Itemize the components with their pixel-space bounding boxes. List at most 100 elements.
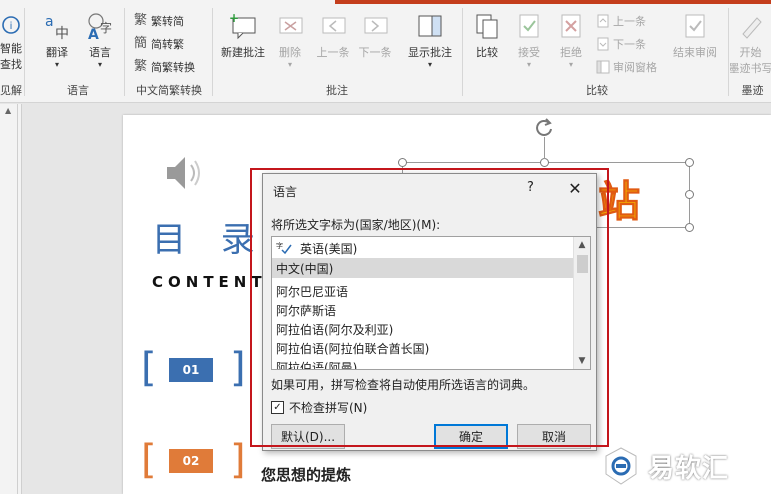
language-list-item[interactable]: 阿拉伯语(阿曼) [272, 357, 574, 370]
end-review-button[interactable]: 结束审阅 [668, 12, 722, 60]
scroll-down-icon[interactable]: ▼ [577, 356, 587, 366]
vertical-scrollbar[interactable]: ▲ [2, 104, 18, 494]
language-button[interactable]: A字 语言 ▾ [82, 12, 118, 69]
next-change-label: 下一条 [613, 38, 646, 51]
group-separator [462, 8, 463, 96]
no-spellcheck-checkbox[interactable]: ✓ [271, 401, 284, 414]
language-label: 语言 [89, 46, 111, 59]
speaker-icon[interactable] [163, 151, 209, 195]
resize-handle[interactable] [685, 158, 694, 167]
trad-to-simp-label: 繁转简 [151, 15, 184, 28]
new-comment-icon: + [229, 11, 257, 40]
language-list-item-selected[interactable]: 中文(中国) [272, 258, 574, 278]
svg-text:i: i [10, 21, 13, 32]
item1-right-bracket: ] [230, 345, 246, 391]
group-separator [24, 8, 25, 96]
delete-comment-label: 删除 [279, 46, 301, 59]
previous-comment-label: 上一条 [316, 46, 350, 59]
new-comment-label: 新建批注 [221, 46, 265, 59]
show-comments-icon [416, 12, 444, 40]
previous-change-button[interactable]: 上一条 [596, 11, 646, 31]
accept-label: 接受 [518, 46, 540, 59]
cancel-button[interactable]: 取消 [517, 424, 591, 449]
group-label-chinese: 中文简繁转换 [136, 84, 202, 97]
language-name: 中文(中国) [276, 261, 334, 276]
simp-trad-convert-icon: 繁 [134, 59, 148, 74]
language-list-item[interactable]: 阿尔萨斯语 [272, 300, 574, 320]
reviewing-pane-label: 审阅窗格 [613, 61, 657, 74]
spelling-check-icon: 字 [276, 241, 292, 255]
group-separator [728, 8, 729, 96]
svg-text:a: a [45, 14, 54, 30]
delete-comment-icon [276, 12, 304, 40]
new-comment-button[interactable]: + 新建批注 [216, 11, 270, 60]
language-prompt-label: 将所选文字标为(国家/地区)(M): [271, 218, 441, 232]
reject-button[interactable]: 拒绝 ▾ [552, 12, 590, 69]
listbox-scrollbar[interactable]: ▲ ▼ [573, 237, 590, 369]
language-listbox[interactable]: 字 英语(美国) 中文(中国) 阿尔巴尼亚语 阿尔萨斯语 阿拉伯语(阿尔及利亚)… [271, 236, 591, 370]
svg-text:字: 字 [100, 20, 112, 35]
svg-text:字: 字 [276, 241, 283, 250]
show-comments-button[interactable]: 显示批注 ▾ [402, 12, 458, 69]
simp-to-trad-button[interactable]: 簡 简转繁 [134, 34, 184, 54]
previous-comment-button[interactable]: 上一条 [312, 12, 354, 60]
next-comment-button[interactable]: 下一条 [354, 12, 396, 60]
simp-to-trad-label: 简转繁 [151, 38, 184, 51]
smart-lookup-button[interactable]: i 智能 查找 [0, 14, 22, 72]
end-review-label: 结束审阅 [673, 46, 717, 59]
next-change-button[interactable]: 下一条 [596, 34, 646, 54]
translate-dropdown-icon: ▾ [54, 60, 59, 69]
resize-handle[interactable] [685, 223, 694, 232]
resize-handle[interactable] [398, 158, 407, 167]
accept-dropdown-icon: ▾ [526, 60, 531, 69]
group-label-compare: 比较 [586, 84, 608, 97]
delete-comment-button[interactable]: 删除 ▾ [272, 12, 308, 69]
language-list-item[interactable]: 阿尔巴尼亚语 [272, 281, 574, 301]
watermark: 易软汇 [604, 446, 729, 486]
help-button[interactable]: ? [527, 180, 534, 195]
resize-handle[interactable] [540, 158, 549, 167]
simp-trad-convert-button[interactable]: 繁 简繁转换 [134, 57, 195, 77]
no-spellcheck-label: 不检查拼写(N) [289, 401, 368, 415]
language-list-item[interactable]: 阿拉伯语(阿尔及利亚) [272, 319, 574, 339]
scroll-up-icon[interactable]: ▲ [577, 240, 587, 250]
compare-icon [473, 12, 501, 40]
selected-textbox-text: 站 [597, 177, 641, 227]
item1-left-bracket: [ [141, 345, 157, 391]
compare-button[interactable]: 比较 [470, 12, 504, 60]
default-button[interactable]: 默认(D)... [271, 424, 345, 449]
group-label-insights: 见解 [0, 84, 22, 97]
trad-to-simp-icon: 繁 [134, 13, 148, 28]
dialog-title: 语言 [273, 185, 298, 199]
group-separator [212, 8, 213, 96]
language-name: 阿拉伯语(阿尔及利亚) [276, 322, 394, 337]
reviewing-pane-button[interactable]: 审阅窗格 [596, 57, 657, 77]
simp-to-trad-icon: 簡 [134, 36, 148, 51]
rotate-handle-stem [544, 137, 545, 159]
start-inking-button[interactable]: 开始 墨迹书写 [730, 12, 771, 76]
trad-to-simp-button[interactable]: 繁 繁转简 [134, 11, 184, 31]
scrollbar-thumb[interactable] [577, 255, 588, 273]
smart-lookup-label-2: 查找 [0, 58, 22, 71]
language-name: 英语(美国) [300, 241, 358, 256]
svg-text:中: 中 [55, 26, 69, 40]
previous-comment-icon [319, 12, 347, 40]
language-list-item[interactable]: 字 英语(美国) [272, 238, 574, 258]
scroll-up-icon[interactable]: ▲ [5, 106, 11, 115]
accept-button[interactable]: 接受 ▾ [510, 12, 548, 69]
resize-handle[interactable] [685, 190, 694, 199]
ok-button[interactable]: 确定 [434, 424, 508, 449]
group-label-language: 语言 [67, 84, 89, 97]
language-list-item[interactable]: 阿拉伯语(阿拉伯联合酋长国) [272, 338, 574, 358]
language-name: 阿拉伯语(阿曼) [276, 360, 358, 370]
translate-button[interactable]: a中 翻译 ▾ [38, 12, 76, 69]
next-comment-icon [361, 12, 389, 40]
info-icon: i [1, 14, 21, 36]
rotate-handle-icon[interactable] [534, 117, 554, 137]
pen-icon [737, 12, 765, 40]
watermark-text: 易软汇 [648, 453, 730, 484]
no-spellcheck-option[interactable]: ✓ 不检查拼写(N) [271, 399, 367, 416]
group-separator [124, 8, 125, 96]
accept-icon [515, 12, 543, 40]
close-button[interactable]: ✕ [561, 176, 589, 200]
